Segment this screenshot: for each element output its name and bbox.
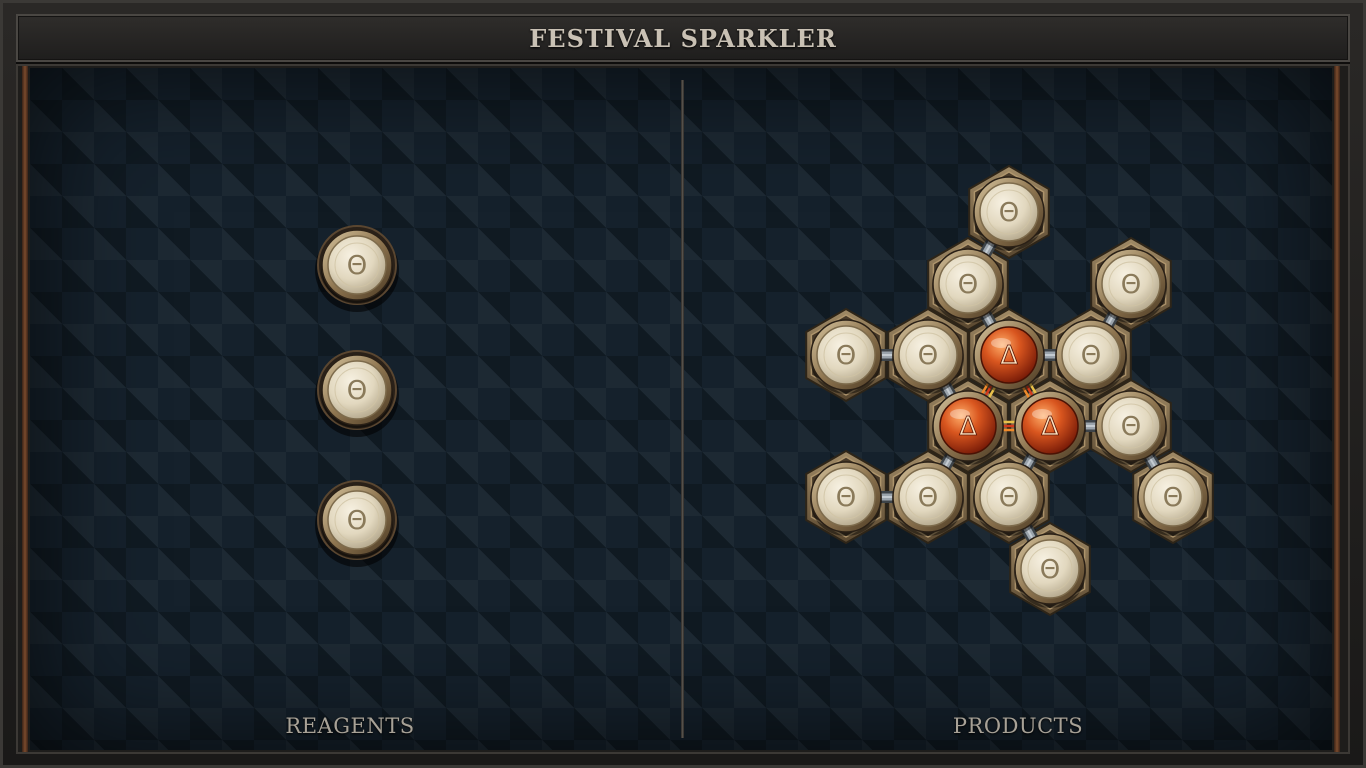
- fire-symbol-icon: Δ: [959, 412, 977, 442]
- salt-symbol-icon: Θ: [1121, 412, 1141, 442]
- reagent-salt-atom[interactable]: Θ: [315, 480, 399, 567]
- fire-atom: Δ: [932, 390, 1004, 465]
- fire-symbol-icon: Δ: [1000, 341, 1018, 371]
- salt-symbol-icon: Θ: [1121, 270, 1141, 300]
- reagent-atom-core: Θ: [321, 484, 393, 559]
- salt-atom: Θ: [1055, 319, 1127, 394]
- salt-symbol-icon: Θ: [999, 483, 1019, 513]
- salt-symbol-icon: Θ: [347, 251, 367, 281]
- salt-atom: Θ: [892, 461, 964, 536]
- reagent-salt-atom[interactable]: Θ: [315, 225, 399, 312]
- salt-symbol-icon: Θ: [1081, 341, 1101, 371]
- salt-symbol-icon: Θ: [836, 483, 856, 513]
- salt-symbol-icon: Θ: [836, 341, 856, 371]
- salt-atom: Θ: [810, 319, 882, 394]
- salt-atom: Θ: [1137, 461, 1209, 536]
- salt-atom: Θ: [1014, 533, 1086, 608]
- fire-symbol-icon: Δ: [1041, 412, 1059, 442]
- salt-atom: Θ: [1095, 248, 1167, 323]
- salt-atom: Θ: [892, 319, 964, 394]
- reagents-area: Θ Θ Θ: [315, 225, 399, 567]
- salt-symbol-icon: Θ: [347, 376, 367, 406]
- reagents-label: REAGENTS: [285, 714, 415, 738]
- molecule-canvas: Θ Θ Θ Θ Θ Θ Θ Θ Δ Θ Δ Δ Θ Θ Θ Θ Θ Θ: [315, 164, 1214, 617]
- salt-atom: Θ: [810, 461, 882, 536]
- salt-symbol-icon: Θ: [1040, 555, 1060, 585]
- salt-atom: Θ: [973, 461, 1045, 536]
- salt-atom: Θ: [932, 248, 1004, 323]
- salt-symbol-icon: Θ: [1163, 483, 1183, 513]
- salt-symbol-icon: Θ: [918, 483, 938, 513]
- reagent-salt-atom[interactable]: Θ: [315, 350, 399, 437]
- salt-symbol-icon: Θ: [347, 506, 367, 536]
- fire-atom: Δ: [1014, 390, 1086, 465]
- products-label: PRODUCTS: [952, 714, 1084, 738]
- salt-atom: Θ: [973, 176, 1045, 251]
- fire-atom: Δ: [973, 319, 1045, 394]
- salt-symbol-icon: Θ: [918, 341, 938, 371]
- salt-symbol-icon: Θ: [958, 270, 978, 300]
- reagent-atom-core: Θ: [321, 229, 393, 304]
- reagent-atom-core: Θ: [321, 354, 393, 429]
- salt-atom: Θ: [1095, 390, 1167, 465]
- salt-symbol-icon: Θ: [999, 198, 1019, 228]
